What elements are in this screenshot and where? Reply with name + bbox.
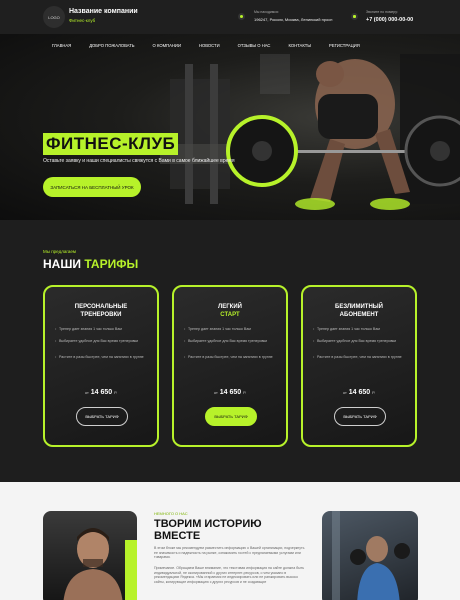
tariff-feature: Растите в разы быстрее, чем на занятиях … (55, 355, 149, 360)
price-from: от (342, 390, 347, 395)
tariff-card-easy-start: ЛЕГКИЙ СТАРТ Тренер дает знания 1 час то… (172, 285, 288, 447)
hero-title: ФИТНЕС-КЛУБ (43, 133, 179, 155)
price-value: 14 650 (348, 389, 371, 396)
tariff-feature: Растите в разы быстрее, чем на занятиях … (313, 355, 407, 360)
select-tariff-button[interactable]: ВЫБРАТЬ ТАРИФ (334, 407, 386, 426)
nav-item-welcome[interactable]: ДОБРО ПОЖАЛОВАТЬ (89, 34, 134, 58)
hero-section: ГЛАВНАЯ ДОБРО ПОЖАЛОВАТЬ О КОМПАНИИ НОВО… (0, 34, 460, 220)
tariffs-title-accent: ТАРИФЫ (84, 257, 139, 271)
select-tariff-button[interactable]: ВЫБРАТЬ ТАРИФ (205, 407, 257, 426)
about-title-line1: ТВОРИМ ИСТОРИЮ (154, 518, 262, 530)
price-currency: Р. (114, 390, 118, 395)
hero-description: Оставьте заявку и наши специалисты свяжу… (43, 158, 235, 164)
nav-item-about[interactable]: О КОМПАНИИ (153, 34, 181, 58)
tariff-name-line2: ТРЕНЕРОВКИ (80, 311, 122, 318)
tariffs-section: Мы предлагаем НАШИ ТАРИФЫ ПЕРСОНАЛЬНЫЕ Т… (0, 220, 460, 482)
address-caption: Мы находимся: (254, 10, 279, 14)
tariff-name-line1: ЛЕГКИЙ (218, 304, 242, 310)
about-overline: НЕМНОГО О НАС (154, 511, 188, 516)
company-name: Название компании (69, 8, 138, 15)
tariff-price: от 14 650 Р. (174, 389, 286, 396)
tariff-card-personal: ПЕРСОНАЛЬНЫЕ ТРЕНЕРОВКИ Тренер дает знан… (43, 285, 159, 447)
tariff-name-line2: СТАРТ (220, 311, 240, 318)
address-text: 196247, Россия, Москва, Ленинский просп (254, 17, 333, 22)
phone-number[interactable]: +7 (000) 000-00-00 (366, 17, 413, 23)
nav-item-home[interactable]: ГЛАВНАЯ (52, 34, 71, 58)
trainer-photo (43, 511, 137, 600)
tariff-price: от 14 650 Р. (303, 389, 415, 396)
tariff-name: ПЕРСОНАЛЬНЫЕ ТРЕНЕРОВКИ (45, 304, 157, 319)
about-section: НЕМНОГО О НАС ТВОРИМ ИСТОРИЮ ВМЕСТЕ В эт… (0, 482, 460, 600)
tariff-feature: Тренер дает знания 1 час только Вам (184, 327, 278, 332)
tariff-feature: Растите в разы быстрее, чем на занятиях … (184, 355, 278, 360)
price-from: от (213, 390, 218, 395)
tariff-price: от 14 650 Р. (45, 389, 157, 396)
nav-item-register[interactable]: РЕГИСТРАЦИЯ (329, 34, 360, 58)
price-from: от (84, 390, 89, 395)
logo[interactable]: LOGO (43, 6, 65, 28)
tariff-card-unlimited: БЕЗЛИМИТНЫЙ АБОНЕМЕНТ Тренер дает знания… (301, 285, 417, 447)
tariff-feature: Выбираете удобное для Вас время тренеров… (313, 339, 407, 344)
price-value: 14 650 (219, 389, 242, 396)
tariff-feature: Выбираете удобное для Вас время тренеров… (55, 339, 149, 344)
tariffs-title-white: НАШИ (43, 257, 85, 271)
tariff-feature: Выбираете удобное для Вас время тренеров… (184, 339, 278, 344)
tariff-feature: Тренер дает знания 1 час только Вам (55, 327, 149, 332)
tariffs-overline: Мы предлагаем (43, 249, 76, 254)
tariff-name-line1: ПЕРСОНАЛЬНЫЕ (74, 304, 128, 310)
nav-item-reviews[interactable]: ОТЗЫВЫ О НАС (238, 34, 271, 58)
nav-item-contacts[interactable]: КОНТАКТЫ (288, 34, 311, 58)
tariff-name-line1: БЕЗЛИМИТНЫЙ (335, 304, 383, 310)
about-title-line2: ВМЕСТЕ (154, 530, 201, 542)
price-value: 14 650 (90, 389, 113, 396)
phone-icon (351, 13, 358, 20)
select-tariff-button[interactable]: ВЫБРАТЬ ТАРИФ (76, 407, 128, 426)
location-pin-icon (238, 13, 245, 20)
nav-item-news[interactable]: НОВОСТИ (199, 34, 220, 58)
tariff-name: ЛЕГКИЙ СТАРТ (174, 304, 286, 319)
phone-caption: Звоните по номеру: (366, 10, 398, 14)
boxer-photo (322, 511, 418, 600)
about-title: ТВОРИМ ИСТОРИЮ ВМЕСТЕ (154, 518, 262, 542)
price-currency: Р. (243, 390, 247, 395)
free-lesson-button[interactable]: ЗАПИСАТЬСЯ НА БЕСПЛАТНЫЙ УРОК (43, 177, 141, 197)
about-paragraph: В этом блоке мы рекомендуем разместить и… (154, 546, 305, 560)
tariff-name-line2: АБОНЕМЕНТ (339, 311, 379, 318)
company-subtitle: Фитнес-клуб (69, 18, 96, 23)
tariff-name: БЕЗЛИМИТНЫЙ АБОНЕМЕНТ (303, 304, 415, 319)
about-paragraph: Примечание. Обращаем Ваше внимание, что … (154, 566, 305, 584)
main-nav: ГЛАВНАЯ ДОБРО ПОЖАЛОВАТЬ О КОМПАНИИ НОВО… (0, 34, 460, 58)
about-accent-bar (125, 540, 137, 600)
tariff-feature: Тренер дает знания 1 час только Вам (313, 327, 407, 332)
tariffs-title: НАШИ ТАРИФЫ (43, 257, 138, 271)
price-currency: Р. (372, 390, 376, 395)
site-header: LOGO Название компании Фитнес-клуб Мы на… (0, 0, 460, 34)
